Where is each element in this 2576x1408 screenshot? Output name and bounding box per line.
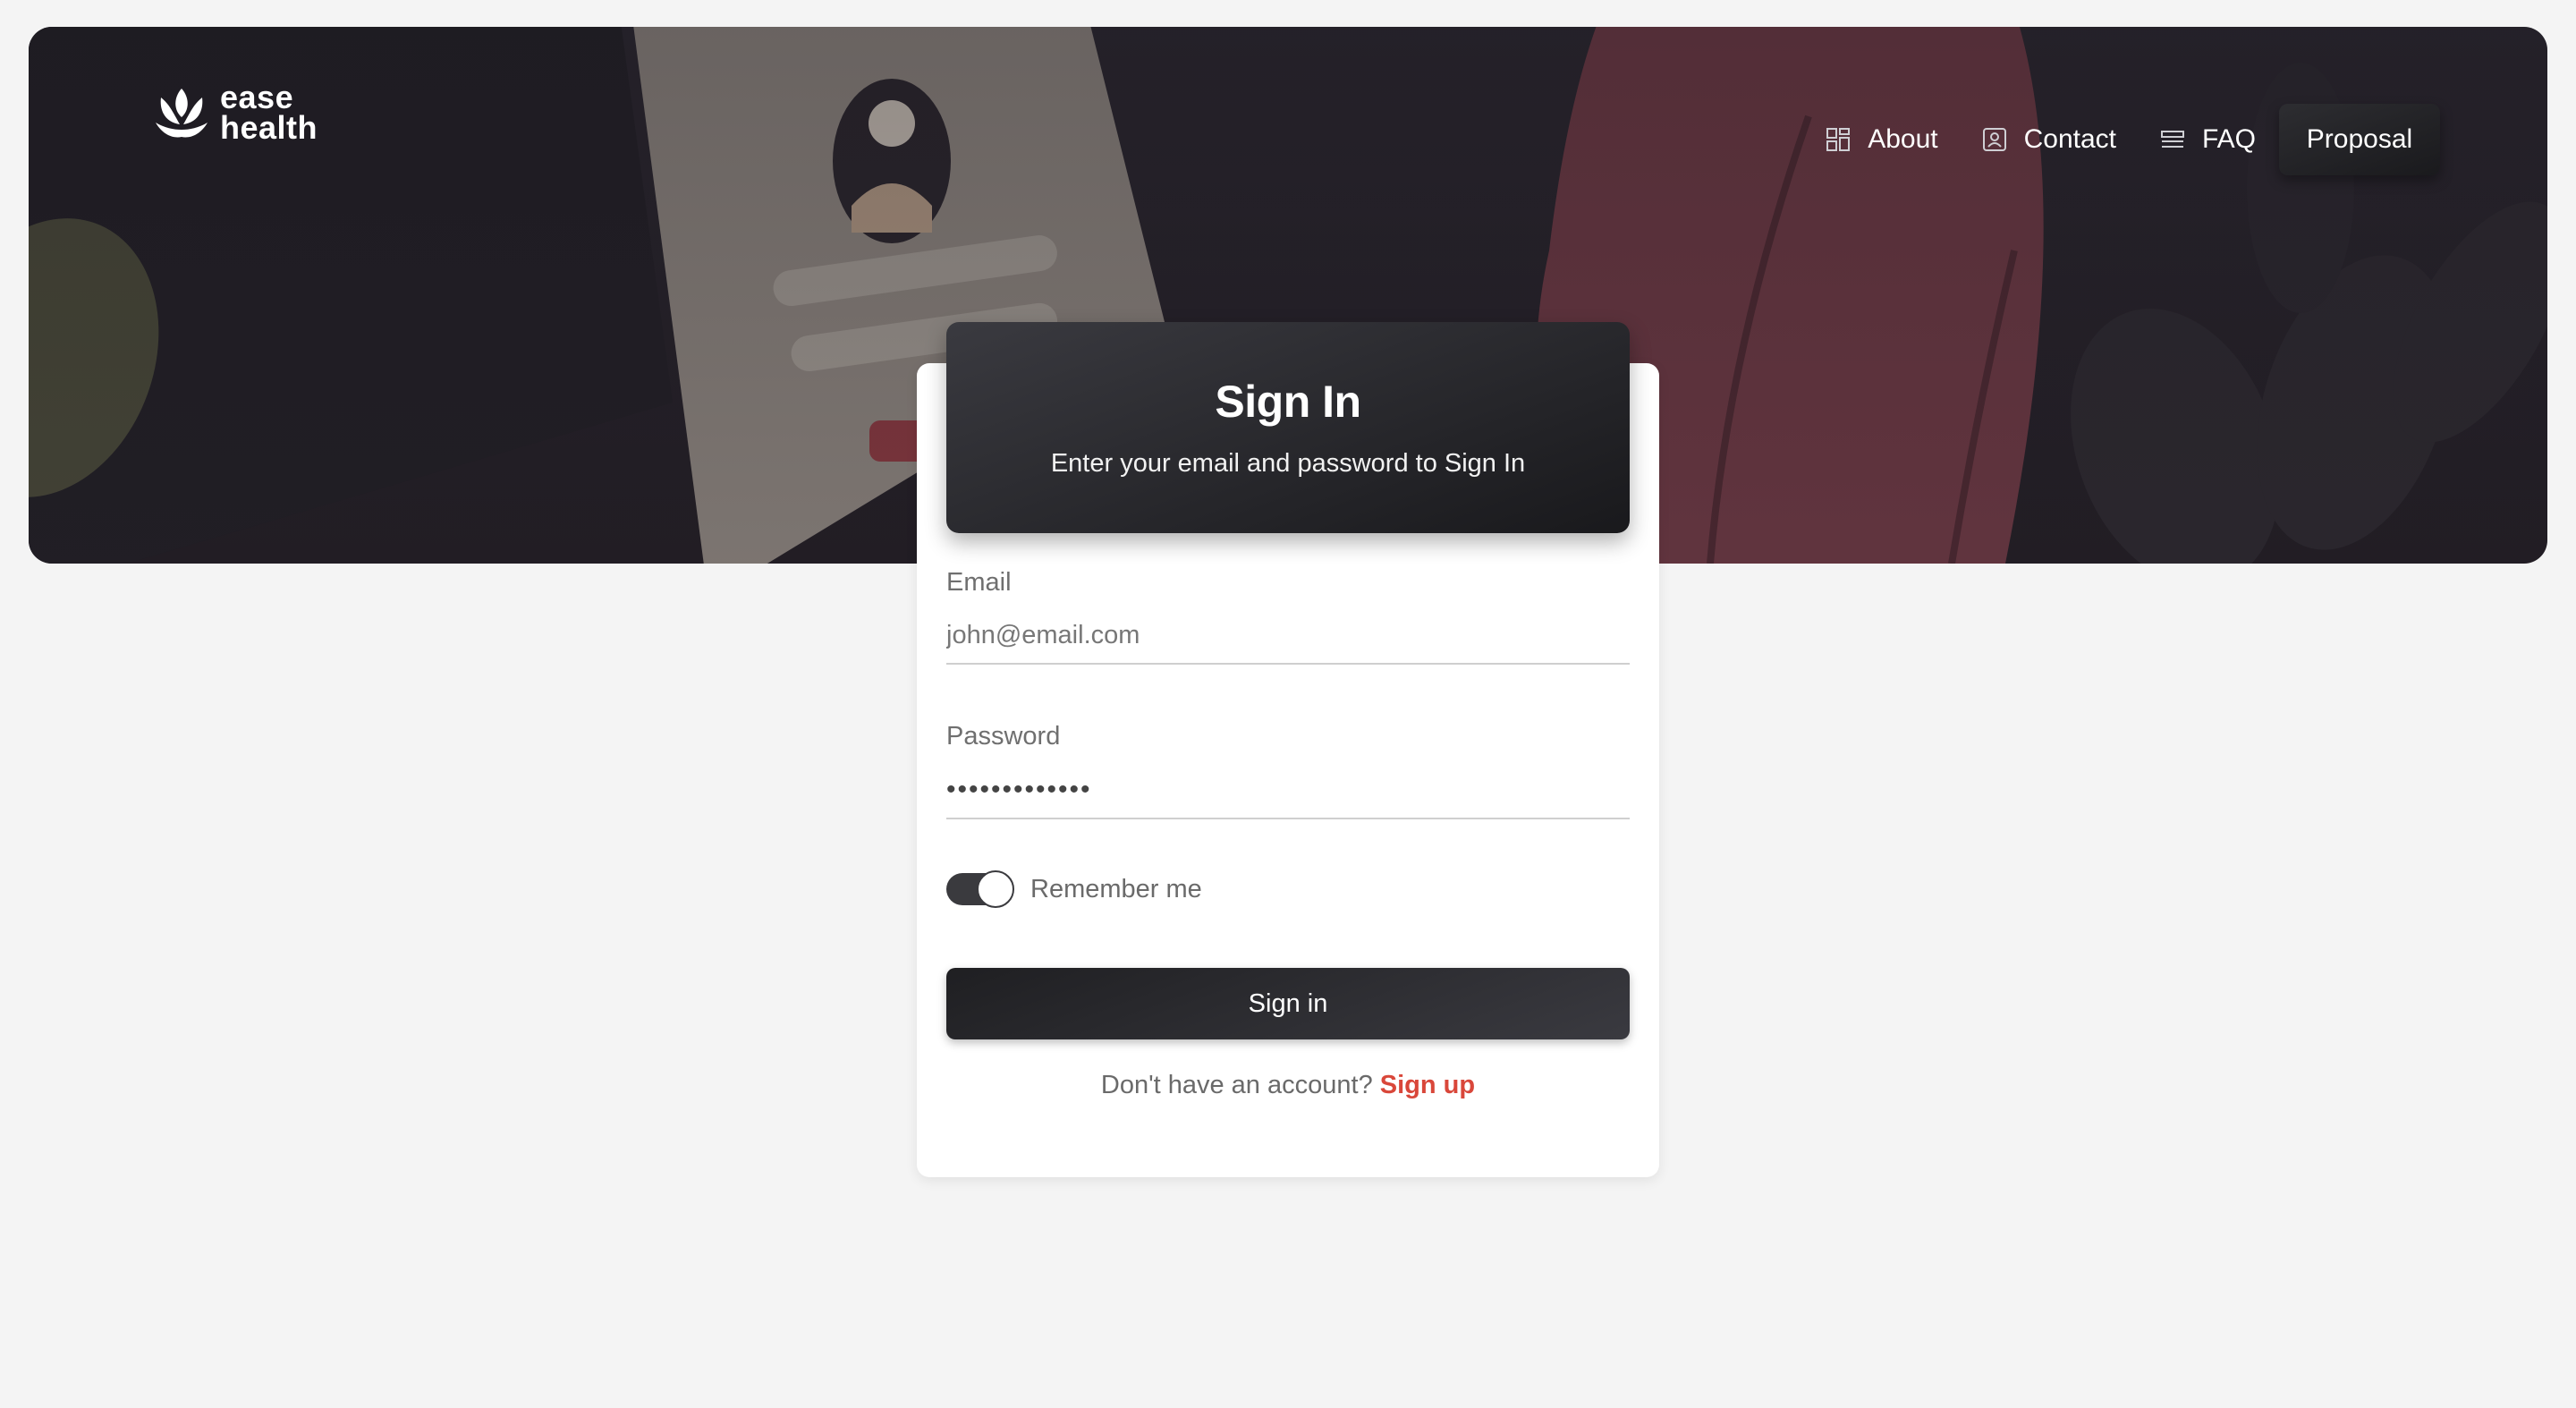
nav-item-contact[interactable]: Contact — [1981, 124, 2116, 155]
sign-in-page: ease health About Contact FAQ Proposal S… — [0, 0, 2576, 1408]
remember-me-label: Remember me — [1030, 874, 1202, 903]
password-input[interactable] — [946, 775, 1630, 819]
brand-line-1: ease — [220, 79, 294, 115]
remember-me-row: Remember me — [946, 870, 1202, 908]
email-field-group: Email — [946, 568, 1630, 665]
nav-item-about[interactable]: About — [1825, 124, 1938, 155]
list-icon — [2160, 131, 2184, 148]
toggle-knob — [977, 870, 1014, 908]
sign-in-button[interactable]: Sign in — [946, 968, 1630, 1039]
sign-in-subtitle: Enter your email and password to Sign In — [1050, 449, 1526, 478]
password-label: Password — [946, 722, 1061, 751]
sign-in-title: Sign In — [1215, 377, 1361, 427]
remember-me-toggle[interactable] — [946, 870, 1014, 908]
proposal-button[interactable]: Proposal — [2279, 104, 2440, 175]
grid-icon — [1826, 128, 1851, 151]
nav-label-faq: FAQ — [2201, 124, 2256, 154]
brand-wordmark: ease health — [220, 79, 318, 146]
top-nav: About Contact FAQ Proposal — [1825, 104, 2440, 175]
password-field-group: Password — [946, 722, 1630, 819]
nav-item-faq[interactable]: FAQ — [2159, 124, 2256, 155]
nav-label-contact: Contact — [2023, 124, 2116, 154]
nav-label-about: About — [1868, 124, 1938, 154]
sign-in-header: Sign In Enter your email and password to… — [946, 322, 1630, 533]
brand-line-2: health — [220, 109, 318, 146]
lotus-icon — [156, 89, 208, 138]
email-label: Email — [946, 568, 1012, 597]
contact-card-icon — [1982, 128, 2006, 151]
email-input[interactable] — [946, 621, 1630, 665]
signup-prompt: Don't have an account? Sign up — [917, 1071, 1659, 1100]
brand-logo[interactable]: ease health — [154, 79, 318, 146]
sign-up-link[interactable]: Sign up — [1380, 1071, 1475, 1099]
no-account-text: Don't have an account? — [1100, 1071, 1380, 1099]
